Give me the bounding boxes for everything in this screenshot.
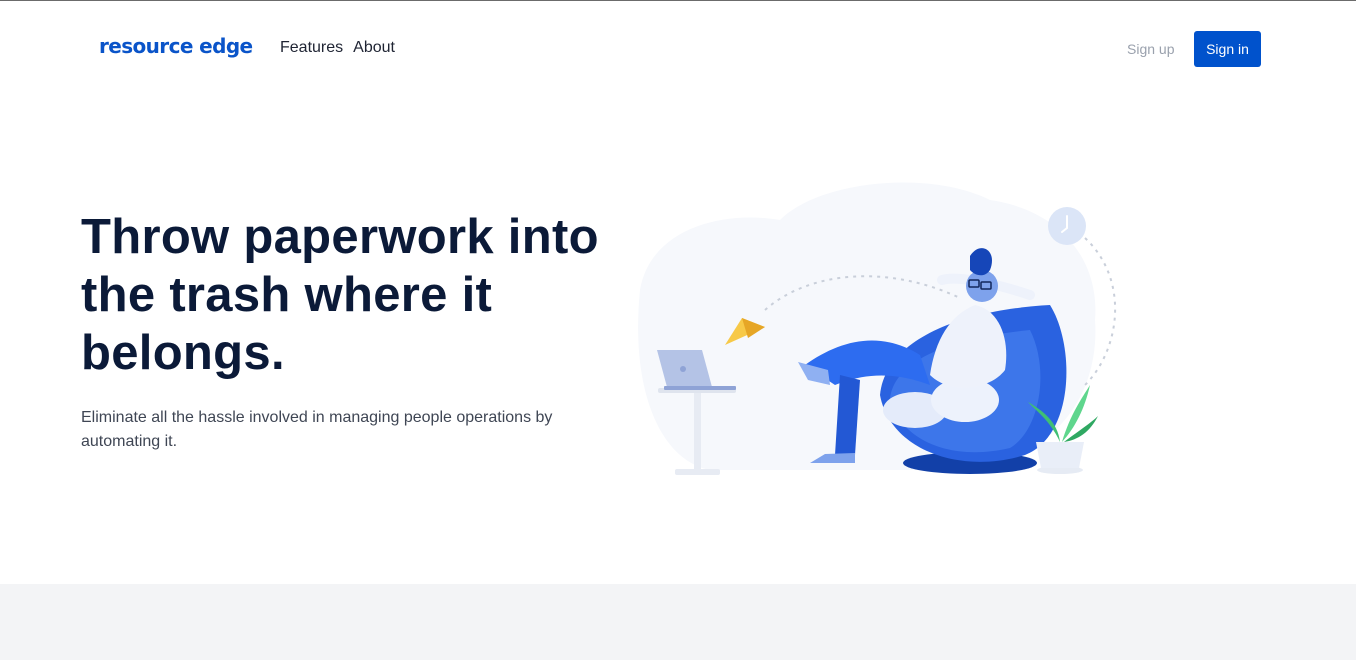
- footer-band: [0, 584, 1356, 660]
- nav-link-features[interactable]: Features: [280, 39, 343, 57]
- site-header: resource edge Features About Sign up Sig…: [0, 1, 1356, 96]
- hero-illustration: [630, 170, 1130, 490]
- nav-link-about[interactable]: About: [353, 39, 395, 57]
- sign-up-link[interactable]: Sign up: [1127, 41, 1174, 57]
- hero-title: Throw paperwork into the trash where it …: [81, 210, 599, 380]
- main-nav: Features About: [280, 39, 395, 57]
- person-relaxing-illustration-icon: [638, 182, 1116, 475]
- hero-subtitle: Eliminate all the hassle involved in man…: [81, 409, 553, 450]
- sign-in-button[interactable]: Sign in: [1194, 31, 1261, 67]
- logo[interactable]: resource edge: [99, 34, 253, 58]
